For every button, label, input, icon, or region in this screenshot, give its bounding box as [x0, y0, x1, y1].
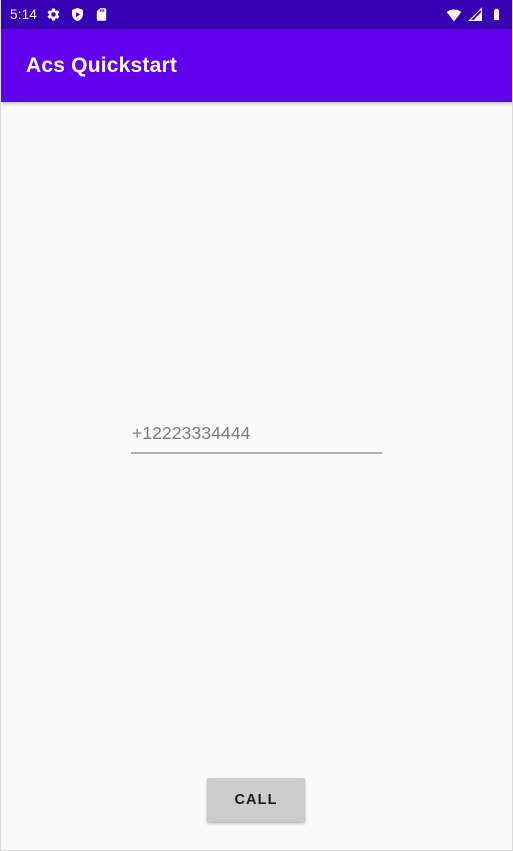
app-bar-title: Acs Quickstart [26, 54, 178, 77]
wifi-icon [446, 7, 462, 22]
main-content: CALL [1, 102, 512, 850]
play-protect-shield-icon [70, 7, 85, 22]
sd-card-icon [94, 7, 109, 22]
status-bar-right-group [446, 7, 505, 22]
status-bar-left-group: 5:14 [10, 7, 109, 22]
gear-icon [46, 7, 61, 22]
status-bar: 5:14 [1, 0, 512, 29]
status-bar-clock: 5:14 [10, 6, 38, 22]
device-screen: 5:14 Acs Quickstart +12223334444 CALL [0, 0, 513, 851]
call-button[interactable]: CALL [207, 778, 305, 822]
phone-number-field-container [131, 418, 382, 456]
cellular-signal-icon [468, 7, 483, 22]
app-bar: Acs Quickstart [1, 29, 512, 102]
phone-number-input[interactable] [131, 418, 382, 454]
battery-icon [490, 7, 505, 22]
